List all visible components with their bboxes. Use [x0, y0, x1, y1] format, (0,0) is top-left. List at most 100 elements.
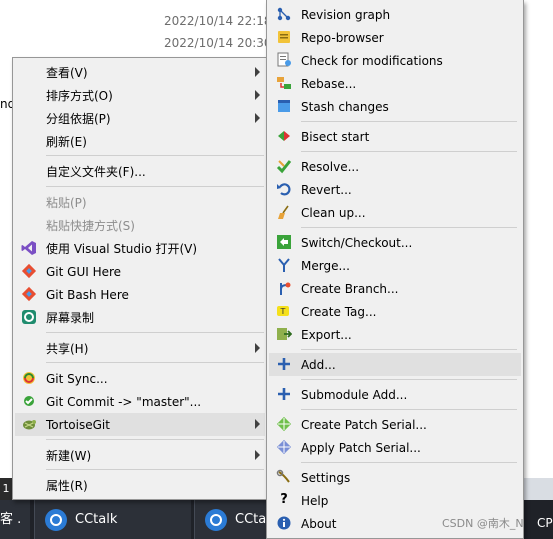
menu-item-help[interactable]: ? Help: [269, 489, 521, 512]
menu-item-git-bash[interactable]: Git Bash Here: [15, 283, 265, 306]
cleanup-icon: [276, 204, 292, 220]
menu-item-share[interactable]: 共享(H): [15, 337, 265, 360]
taskbar-tray-fragment: CP: [537, 516, 553, 530]
menu-item-revision-graph[interactable]: Revision graph: [269, 3, 521, 26]
menu-item-label: 属性(R): [46, 479, 88, 493]
git-gui-icon: [21, 263, 37, 279]
visual-studio-icon: [21, 240, 37, 256]
menu-item-customize-folder[interactable]: 自定义文件夹(F)...: [15, 160, 265, 183]
git-commit-icon: [21, 393, 37, 409]
menu-item-git-sync[interactable]: Git Sync...: [15, 367, 265, 390]
git-sync-icon: [21, 370, 37, 386]
menu-item-export[interactable]: Export...: [269, 323, 521, 346]
submenu-arrow-icon: [255, 419, 260, 429]
menu-item-label: Export...: [301, 327, 352, 342]
about-icon: [276, 515, 292, 531]
revert-icon: [276, 181, 292, 197]
menu-item-create-branch[interactable]: Create Branch...: [269, 277, 521, 300]
menu-item-label: Revert...: [301, 182, 352, 197]
menu-item-label: Add...: [301, 357, 336, 372]
resolve-icon: [276, 158, 292, 174]
menu-separator: [301, 349, 517, 350]
menu-item-label: 自定义文件夹(F)...: [46, 165, 146, 179]
menu-separator: [46, 332, 264, 333]
menu-item-view[interactable]: 查看(V): [15, 61, 265, 84]
menu-item-rebase[interactable]: Rebase...: [269, 72, 521, 95]
menu-item-merge[interactable]: Merge...: [269, 254, 521, 277]
menu-item-open-visual-studio[interactable]: 使用 Visual Studio 打开(V): [15, 237, 265, 260]
menu-item-label: Clean up...: [301, 205, 366, 220]
menu-item-label: Git Commit -> "master"...: [46, 394, 202, 409]
menu-item-label: Git GUI Here: [46, 264, 122, 279]
menu-item-bisect-start[interactable]: Bisect start: [269, 125, 521, 148]
menu-item-label: 粘贴(P): [46, 196, 87, 210]
menu-item-group-by[interactable]: 分组依据(P): [15, 107, 265, 130]
menu-item-apply-patch-serial[interactable]: Apply Patch Serial...: [269, 436, 521, 459]
menu-item-label: Stash changes: [301, 99, 389, 114]
menu-item-sort[interactable]: 排序方式(O): [15, 84, 265, 107]
screen-record-icon: [21, 309, 37, 325]
menu-item-resolve[interactable]: Resolve...: [269, 155, 521, 178]
help-icon: ?: [280, 492, 288, 507]
background-strip-right: [522, 478, 553, 500]
menu-item-clean-up[interactable]: Clean up...: [269, 201, 521, 224]
menu-item-label: 刷新(E): [46, 135, 87, 149]
menu-item-repo-browser[interactable]: Repo-browser: [269, 26, 521, 49]
menu-item-submodule-add[interactable]: Submodule Add...: [269, 383, 521, 406]
menu-item-settings[interactable]: Settings: [269, 466, 521, 489]
menu-item-label: Apply Patch Serial...: [301, 440, 421, 455]
taskbar-item-cctalk[interactable]: CCtalk: [34, 500, 191, 539]
create-patch-icon: [276, 416, 292, 432]
menu-separator: [46, 439, 264, 440]
create-tag-icon: T: [276, 303, 292, 319]
menu-item-label: Create Patch Serial...: [301, 417, 427, 432]
submenu-arrow-icon: [255, 113, 260, 123]
menu-item-stash-changes[interactable]: Stash changes: [269, 95, 521, 118]
apply-patch-icon: [276, 439, 292, 455]
file-dates: 2022/10/14 22:18 2022/10/14 20:30: [164, 10, 272, 54]
menu-item-label: Settings: [301, 470, 351, 485]
menu-item-git-commit[interactable]: Git Commit -> "master"...: [15, 390, 265, 413]
menu-item-tortoisegit[interactable]: TortoiseGit: [15, 413, 265, 436]
menu-item-create-patch-serial[interactable]: Create Patch Serial...: [269, 413, 521, 436]
taskbar-item-label: CCtalk: [75, 512, 118, 527]
submenu-arrow-icon: [255, 90, 260, 100]
menu-item-label: 屏幕录制: [46, 311, 95, 325]
menu-item-label: 使用 Visual Studio 打开(V): [46, 242, 198, 256]
menu-item-label: Git Sync...: [46, 371, 108, 386]
tortoisegit-submenu: Revision graph Repo-browser Check for mo…: [266, 0, 524, 539]
menu-item-revert[interactable]: Revert...: [269, 178, 521, 201]
menu-item-label: 新建(W): [46, 449, 92, 463]
cctalk-icon: [45, 508, 67, 531]
submenu-arrow-icon: [255, 343, 260, 353]
menu-item-paste[interactable]: 粘贴(P): [15, 191, 265, 214]
menu-item-add[interactable]: Add...: [269, 353, 521, 376]
svg-text:T: T: [280, 307, 286, 316]
menu-separator: [301, 462, 517, 463]
menu-separator: [301, 409, 517, 410]
menu-item-properties[interactable]: 属性(R): [15, 474, 265, 497]
submenu-arrow-icon: [255, 450, 260, 460]
menu-item-refresh[interactable]: 刷新(E): [15, 130, 265, 153]
revision-graph-icon: [276, 6, 292, 22]
menu-item-screen-record[interactable]: 屏幕录制: [15, 306, 265, 329]
file-date: 2022/10/14 22:18: [164, 14, 272, 28]
menu-item-create-tag[interactable]: T Create Tag...: [269, 300, 521, 323]
menu-item-switch-checkout[interactable]: Switch/Checkout...: [269, 231, 521, 254]
menu-item-check-modifications[interactable]: Check for modifications: [269, 49, 521, 72]
git-bash-icon: [21, 286, 37, 302]
tortoisegit-icon: [21, 416, 37, 432]
menu-item-label: About: [301, 516, 337, 531]
menu-item-label: Check for modifications: [301, 53, 443, 68]
menu-item-label: Rebase...: [301, 76, 357, 91]
menu-separator: [301, 227, 517, 228]
menu-separator: [46, 469, 264, 470]
menu-item-paste-shortcut[interactable]: 粘贴快捷方式(S): [15, 214, 265, 237]
menu-item-git-gui[interactable]: Git GUI Here: [15, 260, 265, 283]
menu-item-label: 排序方式(O): [46, 89, 113, 103]
taskbar-item-fragment[interactable]: 客 .: [0, 500, 30, 539]
menu-item-new[interactable]: 新建(W): [15, 444, 265, 467]
bisect-icon: [276, 128, 292, 144]
check-modifications-icon: [276, 52, 292, 68]
menu-separator: [301, 121, 517, 122]
